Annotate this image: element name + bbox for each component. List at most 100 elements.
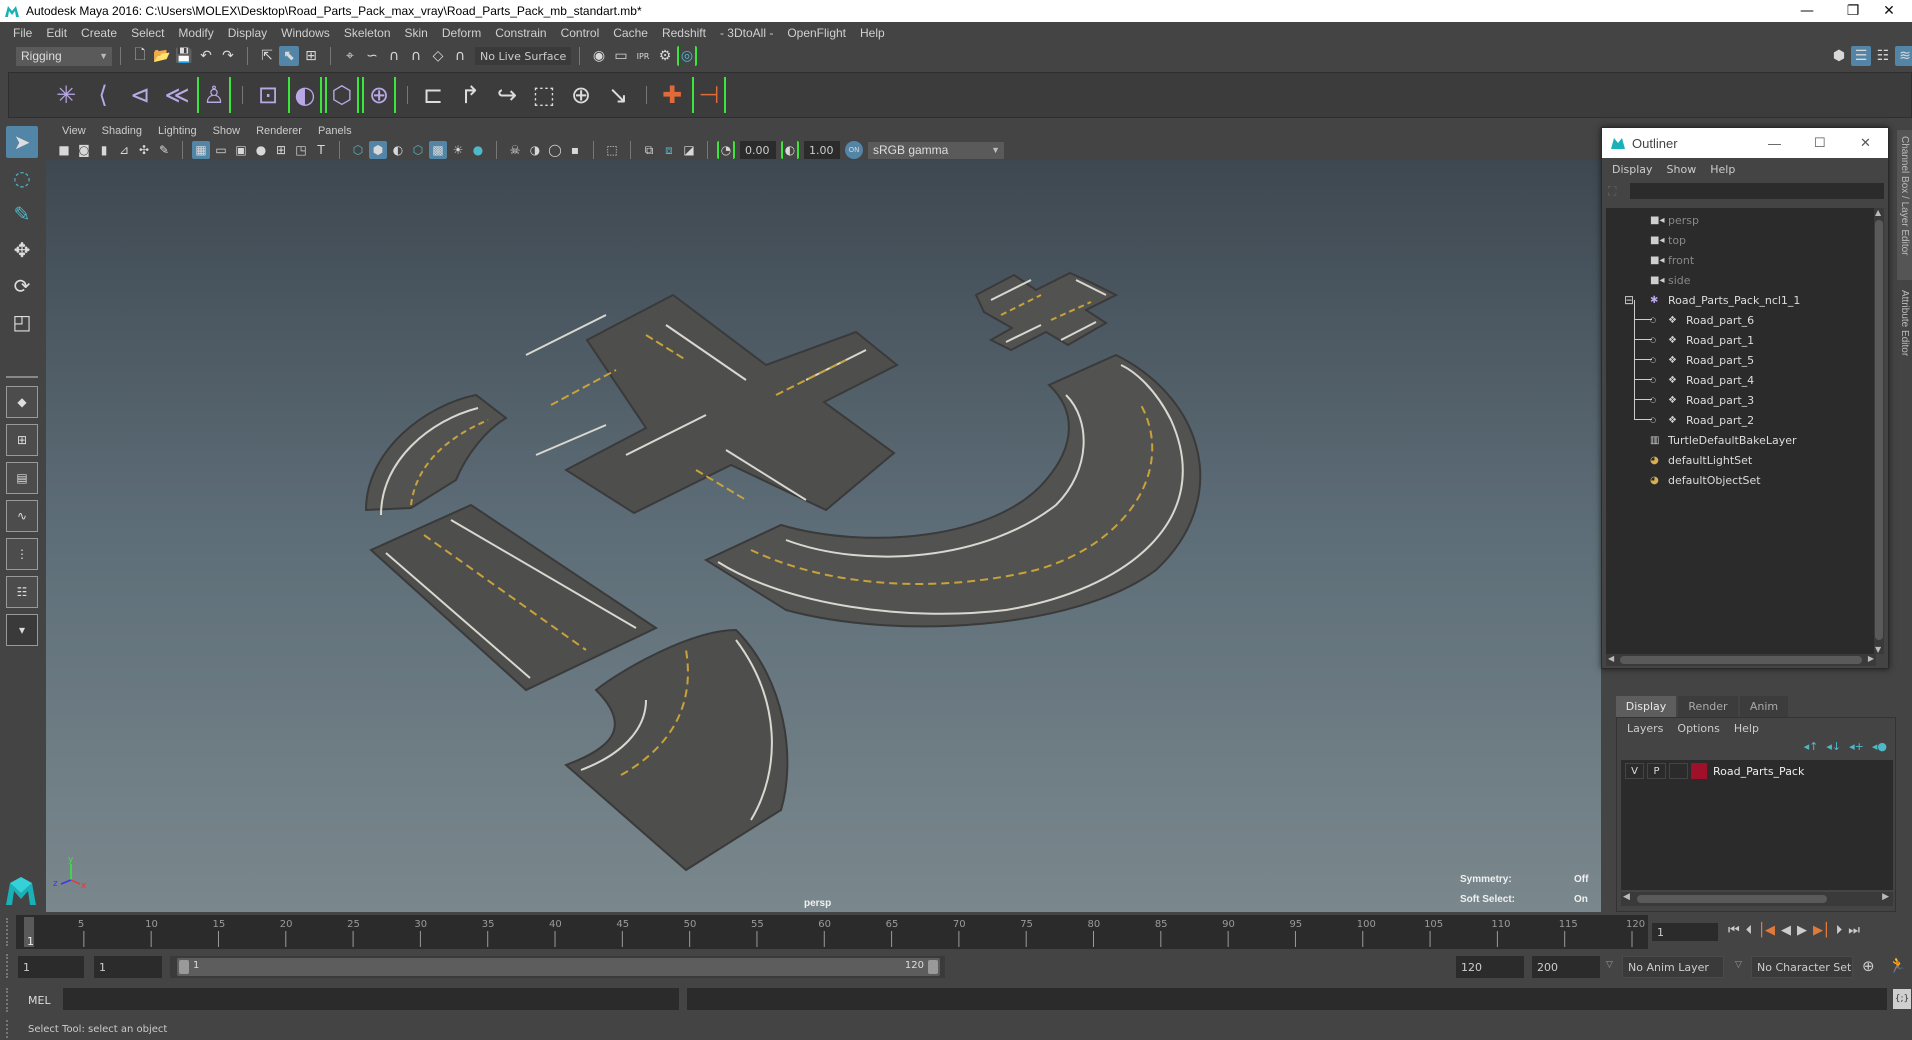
menu-constrain[interactable]: Constrain bbox=[488, 26, 553, 40]
film-gate-icon[interactable]: ▭ bbox=[212, 141, 230, 159]
scroll-left-icon[interactable]: ◀ bbox=[1608, 654, 1614, 663]
outliner-menu-display[interactable]: Display bbox=[1612, 163, 1653, 176]
tab-attribute-editor[interactable]: Attribute Editor bbox=[1897, 284, 1912, 384]
render-frame-icon[interactable]: ▭ bbox=[611, 46, 631, 66]
use-default-material-icon[interactable]: ◐ bbox=[389, 141, 407, 159]
panel-menu-view[interactable]: View bbox=[54, 125, 94, 137]
menu-cache[interactable]: Cache bbox=[606, 26, 655, 40]
ik-handle-icon[interactable]: ⟨ bbox=[86, 77, 120, 113]
live-surface-field[interactable]: No Live Surface bbox=[475, 47, 571, 65]
auto-key-icon[interactable]: ⊕ bbox=[1862, 957, 1875, 975]
road-part-cross-large[interactable] bbox=[525, 293, 899, 515]
move-layer-down-icon[interactable]: ◂↓ bbox=[1826, 740, 1841, 753]
playback-end-field[interactable]: 120 bbox=[1456, 956, 1524, 978]
select-tool-icon[interactable]: ➤ bbox=[6, 126, 38, 158]
snap-curve-icon[interactable]: ∽ bbox=[362, 46, 382, 66]
smooth-shade-icon[interactable]: ⬢ bbox=[369, 141, 387, 159]
time-slider[interactable]: 1 5 10 15 20 25 30 35 40 45 50 55 60 65 70 75 80 85 90 95 10… bbox=[16, 915, 1648, 949]
command-grip[interactable] bbox=[6, 988, 10, 1012]
layout-more-icon[interactable]: ▾ bbox=[6, 614, 38, 646]
single-perspective-layout-icon[interactable]: ◆ bbox=[6, 386, 38, 418]
menu-3dtoall[interactable]: - 3DtoAll - bbox=[713, 26, 780, 40]
panel-menu-lighting[interactable]: Lighting bbox=[150, 125, 205, 137]
shadows-icon[interactable]: ● bbox=[469, 141, 487, 159]
road-part-curve-small[interactable] bbox=[364, 393, 508, 516]
scrollbar-thumb[interactable] bbox=[1620, 656, 1862, 664]
step-forward-frame-icon[interactable]: ⏵ bbox=[1836, 923, 1843, 938]
menu-windows[interactable]: Windows bbox=[274, 26, 337, 40]
mel-command-input[interactable] bbox=[63, 988, 679, 1010]
script-editor-icon[interactable]: {;} bbox=[1893, 989, 1911, 1009]
scrollbar-thumb[interactable] bbox=[1875, 220, 1883, 640]
paint-select-tool-icon[interactable]: ✎ bbox=[6, 198, 38, 230]
channel-box-toggle-icon[interactable]: ≋ bbox=[1895, 46, 1912, 66]
joint-tool-icon[interactable]: ✳ bbox=[49, 77, 83, 113]
animation-preferences-icon[interactable]: 🏃 bbox=[1888, 956, 1907, 974]
end-time-field[interactable]: 200 bbox=[1532, 956, 1600, 978]
layer-menu-layers[interactable]: Layers bbox=[1627, 722, 1663, 735]
menu-redshift[interactable]: Redshift bbox=[655, 26, 713, 40]
outliner-menu-show[interactable]: Show bbox=[1667, 163, 1697, 176]
menu-modify[interactable]: Modify bbox=[171, 26, 220, 40]
character-set-field[interactable]: No Character Set bbox=[1751, 956, 1853, 978]
layer-name[interactable]: Road_Parts_Pack bbox=[1713, 765, 1804, 778]
open-scene-icon[interactable]: 📂 bbox=[152, 46, 172, 66]
menu-control[interactable]: Control bbox=[554, 26, 607, 40]
play-backwards-icon[interactable]: ◀ bbox=[1781, 923, 1791, 938]
2d-pan-zoom-icon[interactable]: ✣ bbox=[135, 141, 153, 159]
viewport-persp[interactable]: y x z persp Symmetry: Off Soft Select: O… bbox=[46, 160, 1601, 912]
pole-vector-icon[interactable]: ↘ bbox=[601, 77, 635, 113]
panel-menu-renderer[interactable]: Renderer bbox=[248, 125, 310, 137]
wireframe-icon[interactable]: ⬡ bbox=[349, 141, 367, 159]
snap-view-plane-icon[interactable]: ∩ bbox=[406, 46, 426, 66]
select-object-icon[interactable]: ⬉ bbox=[279, 46, 299, 66]
scrollbar-thumb[interactable] bbox=[1637, 895, 1827, 903]
persp-graph-outliner-layout-icon[interactable]: ☷ bbox=[6, 576, 38, 608]
safe-title-icon[interactable]: T bbox=[312, 141, 330, 159]
outliner-item[interactable]: ○ ❖ Road_part_3 bbox=[1606, 380, 1876, 410]
lasso-tool-icon[interactable]: ◌ bbox=[6, 162, 38, 194]
tab-render-layers[interactable]: Render bbox=[1678, 696, 1738, 717]
grease-pencil-icon[interactable]: ✎ bbox=[155, 141, 173, 159]
ipr-render-icon[interactable]: IPR bbox=[633, 46, 653, 66]
tab-anim-layers[interactable]: Anim bbox=[1740, 696, 1788, 717]
outliner-title-bar[interactable]: Outliner — ☐ ✕ bbox=[1602, 128, 1888, 158]
gate-mask-icon[interactable]: ● bbox=[252, 141, 270, 159]
select-component-icon[interactable]: ⊞ bbox=[301, 46, 321, 66]
range-end-handle[interactable] bbox=[928, 960, 938, 974]
tab-channel-box-layer-editor[interactable]: Channel Box / Layer Editor bbox=[1897, 130, 1912, 280]
humanik-icon[interactable]: ♙ bbox=[197, 77, 231, 113]
xray-joints-icon[interactable]: ◪ bbox=[680, 141, 698, 159]
go-to-start-icon[interactable]: ⏮ bbox=[1728, 923, 1740, 938]
grid-icon[interactable]: ▦ bbox=[192, 141, 210, 159]
range-grip[interactable] bbox=[6, 954, 10, 978]
playback-start-field[interactable]: 1 bbox=[94, 956, 162, 978]
snap-live-icon[interactable]: ◇ bbox=[428, 46, 448, 66]
outliner-menu-help[interactable]: Help bbox=[1710, 163, 1735, 176]
step-back-key-icon[interactable]: ⎮◀ bbox=[1758, 923, 1775, 938]
panel-menu-panels[interactable]: Panels bbox=[310, 125, 360, 137]
orient-constraint-icon[interactable]: ↪ bbox=[490, 77, 524, 113]
aim-constraint-icon[interactable]: ⊕ bbox=[564, 77, 598, 113]
outliner-item[interactable]: ○ ❖ Road_part_1 bbox=[1606, 320, 1876, 350]
textured-icon[interactable]: ▩ bbox=[429, 141, 447, 159]
field-chart-icon[interactable]: ⊞ bbox=[272, 141, 290, 159]
attribute-editor-toggle-icon[interactable]: ☰ bbox=[1851, 46, 1871, 66]
panel-menu-shading[interactable]: Shading bbox=[94, 125, 150, 137]
menu-skeleton[interactable]: Skeleton bbox=[337, 26, 398, 40]
outliner-item[interactable]: ○ ❖ Road_part_4 bbox=[1606, 360, 1876, 390]
isolate-select-icon[interactable]: ⬚ bbox=[603, 141, 621, 159]
parent-constraint-icon[interactable]: ⊏ bbox=[416, 77, 450, 113]
current-frame-field[interactable]: 1 bbox=[1652, 923, 1718, 941]
four-view-layout-icon[interactable]: ⊞ bbox=[6, 424, 38, 456]
outliner-item[interactable]: ⊟ ✱ Road_Parts_Pack_ncl1_1 bbox=[1606, 290, 1876, 310]
outliner-maximize-icon[interactable]: ☐ bbox=[1814, 135, 1826, 151]
road-part-straight[interactable] bbox=[369, 503, 659, 692]
outliner-horizontal-scrollbar[interactable]: ◀ ▶ bbox=[1606, 654, 1876, 666]
timeline-grip[interactable] bbox=[6, 918, 10, 946]
range-slider-bar[interactable]: 1 120 bbox=[177, 958, 940, 976]
outliner-item[interactable]: ■◂ front bbox=[1606, 250, 1876, 270]
point-constraint-icon[interactable]: ↱ bbox=[453, 77, 487, 113]
start-time-field[interactable]: 1 bbox=[18, 956, 84, 978]
tab-display-layers[interactable]: Display bbox=[1616, 696, 1676, 717]
